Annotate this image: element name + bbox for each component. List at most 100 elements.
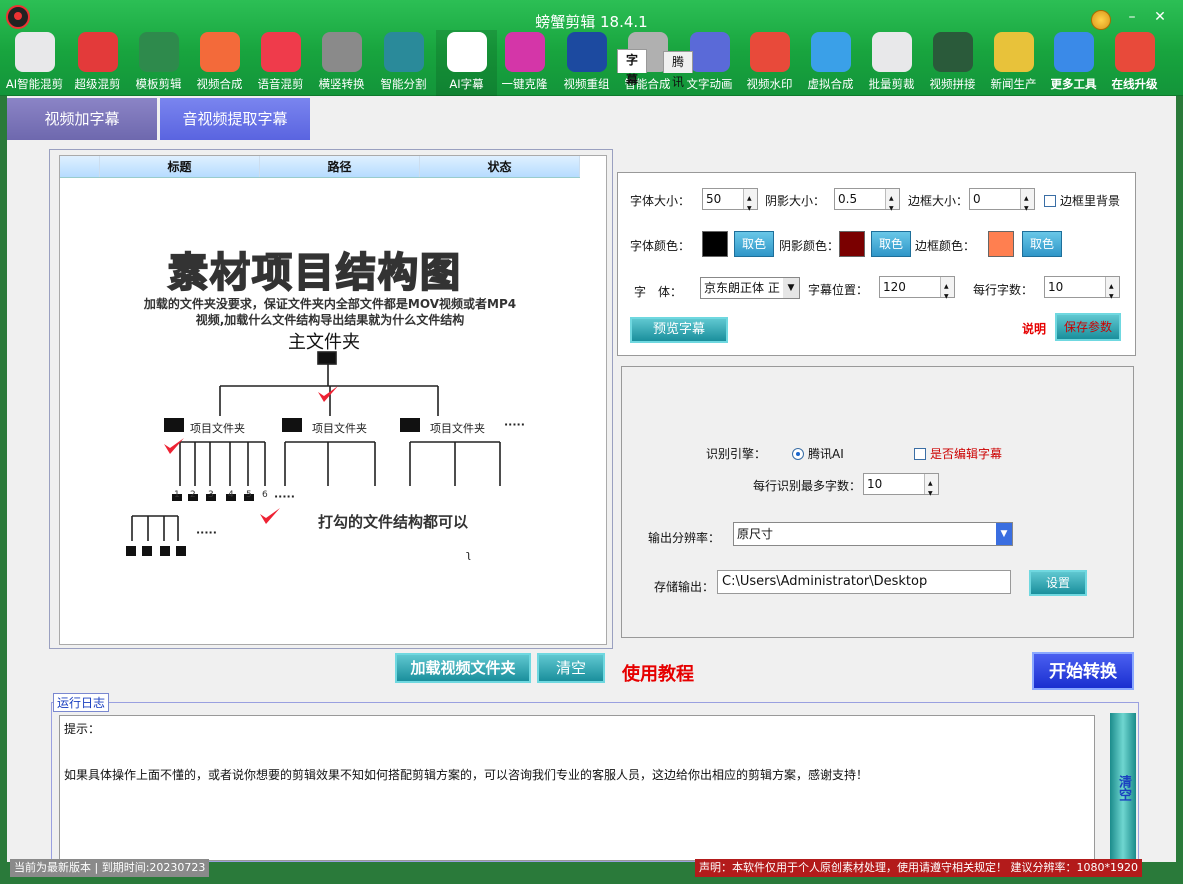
spinner-arrows-icon[interactable] <box>1105 277 1119 307</box>
file-icon <box>176 546 186 556</box>
more-dots: ····· <box>274 490 295 503</box>
main-folder-icon <box>317 351 337 365</box>
tutorial-link[interactable]: 使用教程 <box>622 660 694 686</box>
toolbar-button-9[interactable]: 视频重组 <box>556 30 617 96</box>
toolbar-button-18[interactable]: 在线升级 <box>1104 30 1165 96</box>
load-folder-button[interactable]: 加载视频文件夹 <box>395 653 531 683</box>
toolbar-button-8[interactable]: 一键克隆 <box>494 30 555 96</box>
clone-icon <box>504 32 545 72</box>
toolbar-label: 一键克隆 <box>501 77 548 91</box>
output-label: 存储输出： <box>654 580 715 594</box>
toolbar-label: 新闻生产 <box>990 77 1037 91</box>
spinner-arrows-icon[interactable] <box>885 189 899 219</box>
toolbar-label: 智能分割 <box>380 77 427 91</box>
shadow-color-label: 阴影颜色： <box>779 239 840 253</box>
toolbar-button-15[interactable]: 视频拼接 <box>922 30 983 96</box>
toolbar-label: 虚拟合成 <box>807 77 854 91</box>
font-size-input[interactable]: 50 <box>702 188 758 219</box>
more-dots: ····· <box>504 418 525 431</box>
toolbar-button-6[interactable]: 智能分割 <box>373 30 434 96</box>
file-list[interactable]: 标题 路径 状态 素材项目结构图 加载的文件夹没要求，保证文件夹内全部文件都是M… <box>59 155 607 645</box>
checkbox-icon[interactable] <box>1044 195 1056 207</box>
col-title[interactable]: 标题 <box>100 156 260 177</box>
border-bg-checkbox[interactable]: 边框里背景 <box>1044 192 1120 209</box>
toolbar-button-16[interactable]: 新闻生产 <box>983 30 1044 96</box>
spinner-arrows-icon[interactable] <box>924 474 938 504</box>
spinner-arrows-icon[interactable] <box>1020 189 1034 219</box>
toolbar-button-0[interactable]: AI智能混剪 <box>4 30 65 96</box>
toolbar-button-14[interactable]: 批量剪裁 <box>861 30 922 96</box>
toolbar-label: 视频合成 <box>196 77 243 91</box>
toolbar-label: 文字动画 <box>686 77 733 91</box>
dropdown-arrow-icon[interactable]: ▼ <box>996 523 1012 545</box>
tab-add-subtitle[interactable]: 视频加字幕 <box>7 98 157 140</box>
clear-list-button[interactable]: 清空 <box>537 653 605 683</box>
shadow-color-pick-button[interactable]: 取色 <box>871 231 911 257</box>
set-output-button[interactable]: 设置 <box>1029 570 1087 596</box>
toolbar-label: 横竖转换 <box>318 77 365 91</box>
explain-link[interactable]: 说明 <box>1022 320 1046 337</box>
spinner-arrows-icon[interactable] <box>940 277 954 307</box>
tab-tencent[interactable]: 腾讯 <box>663 51 694 89</box>
toolbar-button-13[interactable]: 虚拟合成 <box>800 30 861 96</box>
toolbar-button-5[interactable]: 横竖转换 <box>311 30 372 96</box>
toolbar-button-1[interactable]: 超级混剪 <box>67 30 128 96</box>
spinner-arrows-icon[interactable] <box>743 189 757 219</box>
music-note-icon <box>260 32 301 72</box>
log-textarea[interactable]: 提示： 如果具体操作上面不懂的，或者说你想要的剪辑效果不知如何搭配剪辑方案的，可… <box>59 715 1095 861</box>
checkbox-icon[interactable] <box>914 448 926 460</box>
toolbar-button-3[interactable]: 视频合成 <box>189 30 250 96</box>
start-convert-button[interactable]: 开始转换 <box>1032 652 1134 690</box>
col-status[interactable]: 状态 <box>420 156 580 177</box>
folder-icon <box>164 418 184 432</box>
max-chars-input[interactable]: 10 <box>863 473 939 504</box>
max-chars-label: 每行识别最多字数： <box>753 479 862 493</box>
file-number: 1 <box>174 490 180 500</box>
font-select[interactable]: 京东朗正体 正 ▼ <box>700 277 800 299</box>
toolbar-label: 视频水印 <box>746 77 793 91</box>
font-color-pick-button[interactable]: 取色 <box>734 231 774 257</box>
dropdown-arrow-icon[interactable]: ▼ <box>783 278 799 298</box>
toolbar-button-17[interactable]: 更多工具 <box>1043 30 1104 96</box>
cube-icon <box>77 32 118 72</box>
edit-subtitle-checkbox[interactable]: 是否编辑字幕 <box>914 445 1002 462</box>
font-color-label: 字体颜色： <box>630 239 691 253</box>
tab-extract-subtitle[interactable]: 音视频提取字幕 <box>160 98 310 140</box>
avatar-icon <box>810 32 851 72</box>
toolbar-button-12[interactable]: 视频水印 <box>739 30 800 96</box>
chars-per-line-input[interactable]: 10 <box>1044 276 1120 307</box>
col-path[interactable]: 路径 <box>260 156 420 177</box>
border-color-swatch <box>988 231 1014 257</box>
close-button[interactable]: ✕ <box>1149 6 1171 28</box>
more-dots: ····· <box>196 526 217 539</box>
shadow-size-input[interactable]: 0.5 <box>834 188 900 219</box>
radio-selected-icon[interactable] <box>792 448 804 460</box>
check-mark-icon <box>318 386 338 402</box>
border-size-input[interactable]: 0 <box>969 188 1035 219</box>
diagram-title: 素材项目结构图 <box>167 249 462 297</box>
font-label: 字 体： <box>634 285 683 299</box>
log-panel: 提示： 如果具体操作上面不懂的，或者说你想要的剪辑效果不知如何搭配剪辑方案的，可… <box>51 702 1139 863</box>
position-input[interactable]: 120 <box>879 276 955 307</box>
window-title: 螃蟹剪辑 18.4.1 <box>535 13 648 31</box>
tab-subtitle[interactable]: 字幕 <box>617 49 648 87</box>
rocket-icon <box>1114 32 1155 72</box>
file-icon <box>126 546 136 556</box>
rotate-arrows-icon <box>321 32 362 72</box>
toolbar-button-7[interactable]: AI字幕 <box>436 30 497 96</box>
border-color-pick-button[interactable]: 取色 <box>1022 231 1062 257</box>
output-path-input[interactable]: C:\Users\Administrator\Desktop <box>717 570 1011 594</box>
watermark-icon <box>749 32 790 72</box>
vip-medal-icon[interactable] <box>1091 10 1111 30</box>
minimize-button[interactable]: – <box>1121 6 1143 28</box>
preview-subtitle-button[interactable]: 预览字幕 <box>630 317 728 343</box>
clear-log-button[interactable]: 清空 <box>1110 713 1136 863</box>
save-params-button[interactable]: 保存参数 <box>1055 313 1121 341</box>
toolbar-button-2[interactable]: 模板剪辑 <box>128 30 189 96</box>
engine-radio[interactable]: 腾讯AI <box>792 445 844 462</box>
check-mark-icon <box>164 438 184 454</box>
toolbar-button-4[interactable]: 语音混剪 <box>250 30 311 96</box>
log-label: 运行日志 <box>53 693 110 712</box>
toolbox-icon <box>1053 32 1094 72</box>
resolution-select[interactable]: 原尺寸 ▼ <box>733 522 1013 546</box>
